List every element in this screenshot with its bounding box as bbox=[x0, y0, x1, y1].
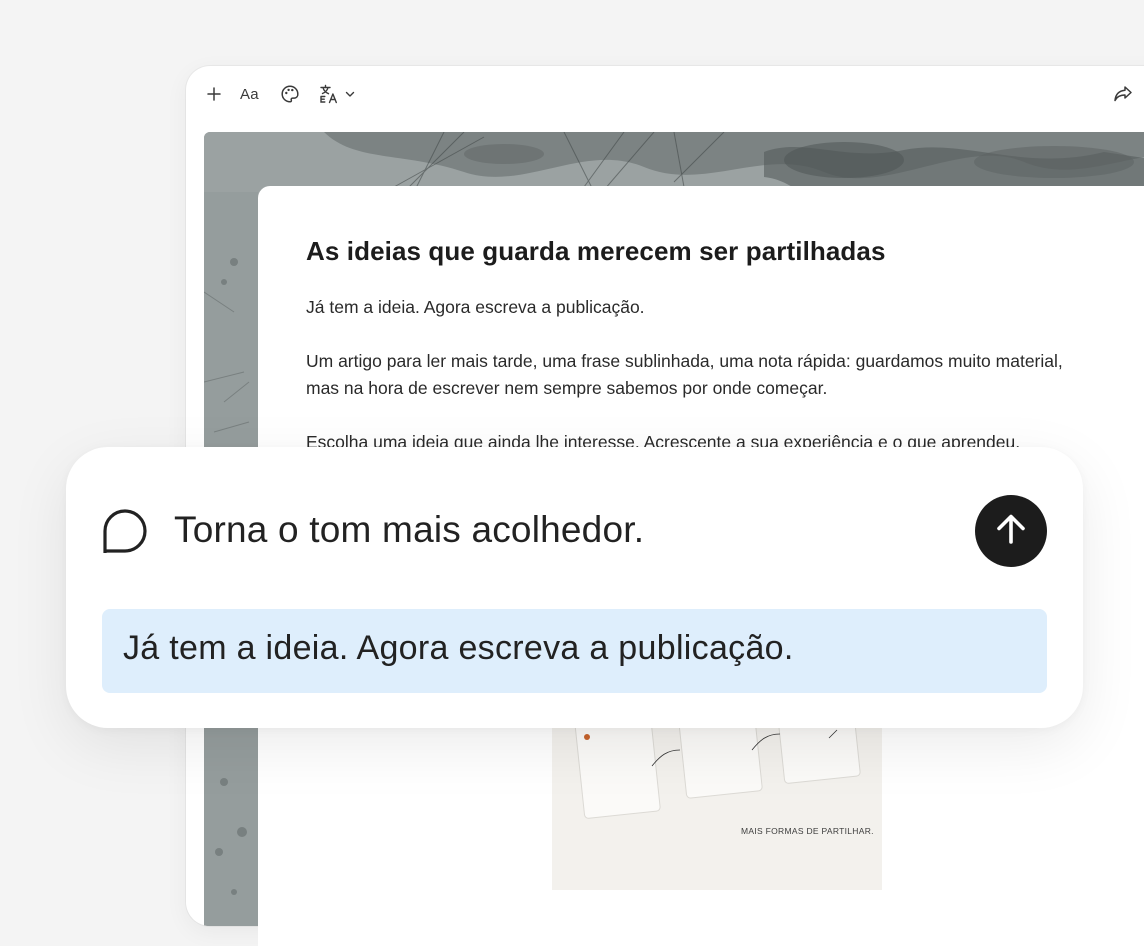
arrow-up-icon bbox=[994, 512, 1028, 551]
selected-text-quote: Já tem a ideia. Agora escreva a publicaç… bbox=[102, 609, 1047, 693]
translate-icon bbox=[319, 84, 341, 104]
document-title[interactable]: As ideias que guarda merecem ser partilh… bbox=[306, 236, 886, 267]
document-paragraph[interactable]: Um artigo para ler mais tarde, uma frase… bbox=[306, 348, 1086, 402]
prompt-input[interactable]: Torna o tom mais acolhedor. bbox=[174, 509, 644, 551]
plus-icon[interactable] bbox=[204, 82, 224, 106]
chevron-down-icon bbox=[345, 90, 355, 98]
document-paragraph[interactable]: Já tem a ideia. Agora escreva a publicaç… bbox=[306, 294, 1086, 321]
toolbar: Aa bbox=[186, 66, 1144, 122]
ai-prompt-panel: Torna o tom mais acolhedor. Já tem a ide… bbox=[66, 447, 1083, 728]
share-icon[interactable] bbox=[1112, 82, 1134, 106]
palette-icon[interactable] bbox=[279, 82, 301, 106]
send-button[interactable] bbox=[975, 495, 1047, 567]
chat-bubble-icon bbox=[102, 508, 150, 561]
translate-button[interactable] bbox=[317, 82, 357, 106]
preview-caption: MAIS FORMAS DE PARTILHAR. bbox=[741, 826, 874, 836]
selected-text: Já tem a ideia. Agora escreva a publicaç… bbox=[123, 629, 794, 667]
text-format-button[interactable]: Aa bbox=[240, 82, 259, 106]
